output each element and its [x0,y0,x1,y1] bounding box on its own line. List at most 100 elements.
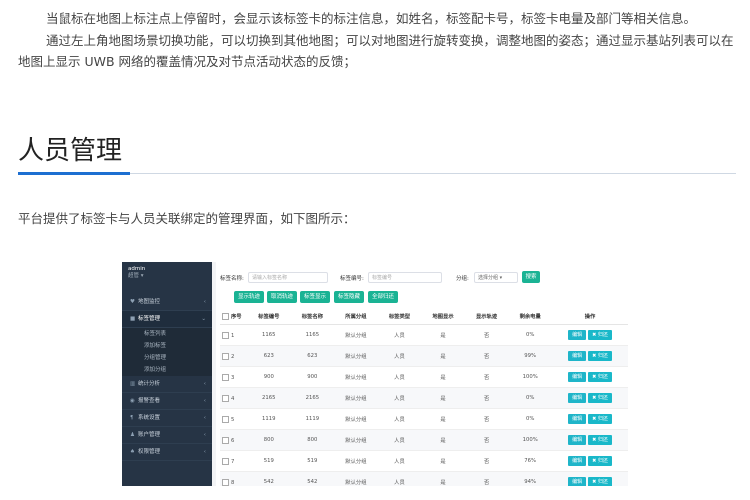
table-cell: 100% [508,429,552,451]
table-cell: 默认分组 [334,345,378,367]
return-button[interactable]: ✖ 归还 [588,372,612,382]
row-checkbox[interactable] [222,394,229,402]
return-all-button[interactable]: 全部归还 [368,291,398,303]
return-button[interactable]: ✖ 归还 [588,456,612,466]
table-row: 7 519 519 默认分组 人员是否 76% 编辑 ✖ 归还 [220,450,628,472]
cancel-track-button[interactable]: 取消轨迹 [267,291,297,303]
embedded-screenshot: admin 超管 ▾ ♥ 地图监控 ‹ ■ 标签管理 ⌄ 标签列表 添加标签 分组管理 添加分组… [122,262,633,486]
chevron-icon: ⌄ [201,316,206,322]
row-checkbox[interactable] [222,373,229,381]
table-cell: 99% [508,345,552,367]
table-cell: 519 [290,450,335,472]
table-row: 4 2165 2165 默认分组 人员是否 0% 编辑 ✖ 归还 [220,387,628,409]
edit-button[interactable]: 编辑 [568,456,587,466]
table-row: 3 900 900 默认分组 人员是否 100% 编辑 ✖ 归还 [220,366,628,388]
code-filter-input[interactable]: 标签编号 [368,272,442,283]
table-cell: 否 [464,450,509,472]
sidebar-subitem[interactable]: 添加标签 [122,340,212,352]
table-cell: 0% [508,408,552,430]
row-checkbox[interactable] [222,331,229,339]
table-cell: 默认分组 [334,408,378,430]
row-checkbox[interactable] [222,352,229,360]
table-cell: 否 [464,471,509,486]
table-cell: 7 [220,450,247,472]
row-checkbox[interactable] [222,457,229,465]
sidebar-item[interactable]: ¶ 系统设置 ‹ [122,410,212,427]
sidebar-subitem[interactable]: 标签列表 [122,328,212,340]
table-cell: 人员 [377,345,422,367]
lock-icon: ♠ [130,449,135,455]
sidebar-item[interactable]: ■ 标签管理 ⌄ [122,311,212,328]
table-cell: 542 [247,471,291,486]
sidebar-user[interactable]: admin 超管 ▾ [122,262,212,284]
table-cell: 是 [421,471,465,486]
sidebar-item[interactable]: ♥ 地图监控 ‹ [122,294,212,311]
main-content: 标签名称: 请输入标签名称 标签编号: 标签编号 分组: 选择分组 ▾ 搜索 显… [216,262,633,486]
table-cell: 3 [220,366,247,388]
return-button[interactable]: ✖ 归还 [588,414,612,424]
actions-cell: 编辑 ✖ 归还 [552,345,628,367]
edit-button[interactable]: 编辑 [568,435,587,445]
return-button[interactable]: ✖ 归还 [588,393,612,403]
column-header: 操作 [552,308,628,325]
return-button[interactable]: ✖ 归还 [588,435,612,445]
column-header: 所属分组 [334,308,378,325]
column-header: 显示轨迹 [464,308,509,325]
sidebar-item-label: 账户管理 [138,432,161,438]
table-cell: 76% [508,450,552,472]
table-cell: 1165 [290,324,335,346]
row-checkbox[interactable] [222,478,229,486]
table-row: 8 542 542 默认分组 人员是否 94% 编辑 ✖ 归还 [220,471,628,486]
tag-show-button[interactable]: 标签显示 [300,291,330,303]
group-filter-label: 分组: [456,276,469,282]
location-icon: ♥ [130,299,135,305]
group-select[interactable]: 选择分组 ▾ [474,272,518,283]
edit-button[interactable]: 编辑 [568,372,587,382]
edit-button[interactable]: 编辑 [568,477,587,486]
table-row: 1 1165 1165 默认分组 人员是否 0% 编辑 ✖ 归还 [220,324,628,346]
table-cell: 2165 [247,387,291,409]
table-cell: 6 [220,429,247,451]
table-cell: 1119 [290,408,335,430]
table-cell: 否 [464,366,509,388]
name-filter-label: 标签名称: [220,276,244,282]
sidebar-item[interactable]: ♟ 账户管理 ‹ [122,427,212,444]
chevron-icon: ‹ [203,449,206,455]
actions-cell: 编辑 ✖ 归还 [552,366,628,388]
table-cell: 542 [290,471,335,486]
table-cell: 默认分组 [334,471,378,486]
search-button[interactable]: 搜索 [522,271,540,283]
row-checkbox[interactable] [222,436,229,444]
table-cell: 人员 [377,471,422,486]
sidebar-subitem[interactable]: 添加分组 [122,364,212,376]
table-row: 5 1119 1119 默认分组 人员是否 0% 编辑 ✖ 归还 [220,408,628,430]
edit-button[interactable]: 编辑 [568,414,587,424]
edit-button[interactable]: 编辑 [568,351,587,361]
show-track-button[interactable]: 显示轨迹 [234,291,264,303]
name-filter-input[interactable]: 请输入标签名称 [248,272,328,283]
sidebar-subitem[interactable]: 分组管理 [122,352,212,364]
table-cell: 是 [421,387,465,409]
actions-cell: 编辑 ✖ 归还 [552,429,628,451]
table-cell: 是 [421,345,465,367]
actions-cell: 编辑 ✖ 归还 [552,471,628,486]
return-button[interactable]: ✖ 归还 [588,477,612,486]
sidebar-item[interactable]: ♠ 权限管理 ‹ [122,444,212,461]
return-button[interactable]: ✖ 归还 [588,351,612,361]
sidebar-item[interactable]: ◉ 报警查看 ‹ [122,393,212,410]
sidebar-item-label: 统计分析 [138,381,161,387]
sidebar-item[interactable]: ▥ 统计分析 ‹ [122,376,212,393]
row-checkbox[interactable] [222,415,229,423]
table-cell: 人员 [377,450,422,472]
tag-hide-button[interactable]: 标签隐藏 [334,291,364,303]
edit-button[interactable]: 编辑 [568,330,587,340]
table-cell: 5 [220,408,247,430]
select-all-checkbox[interactable] [222,313,229,320]
chevron-icon: ‹ [203,381,206,387]
sidebar-item-label: 系统设置 [138,415,161,421]
edit-button[interactable]: 编辑 [568,393,587,403]
actions-cell: 编辑 ✖ 归还 [552,387,628,409]
chevron-icon: ‹ [203,432,206,438]
return-button[interactable]: ✖ 归还 [588,330,612,340]
alarm-icon: ◉ [130,398,135,404]
